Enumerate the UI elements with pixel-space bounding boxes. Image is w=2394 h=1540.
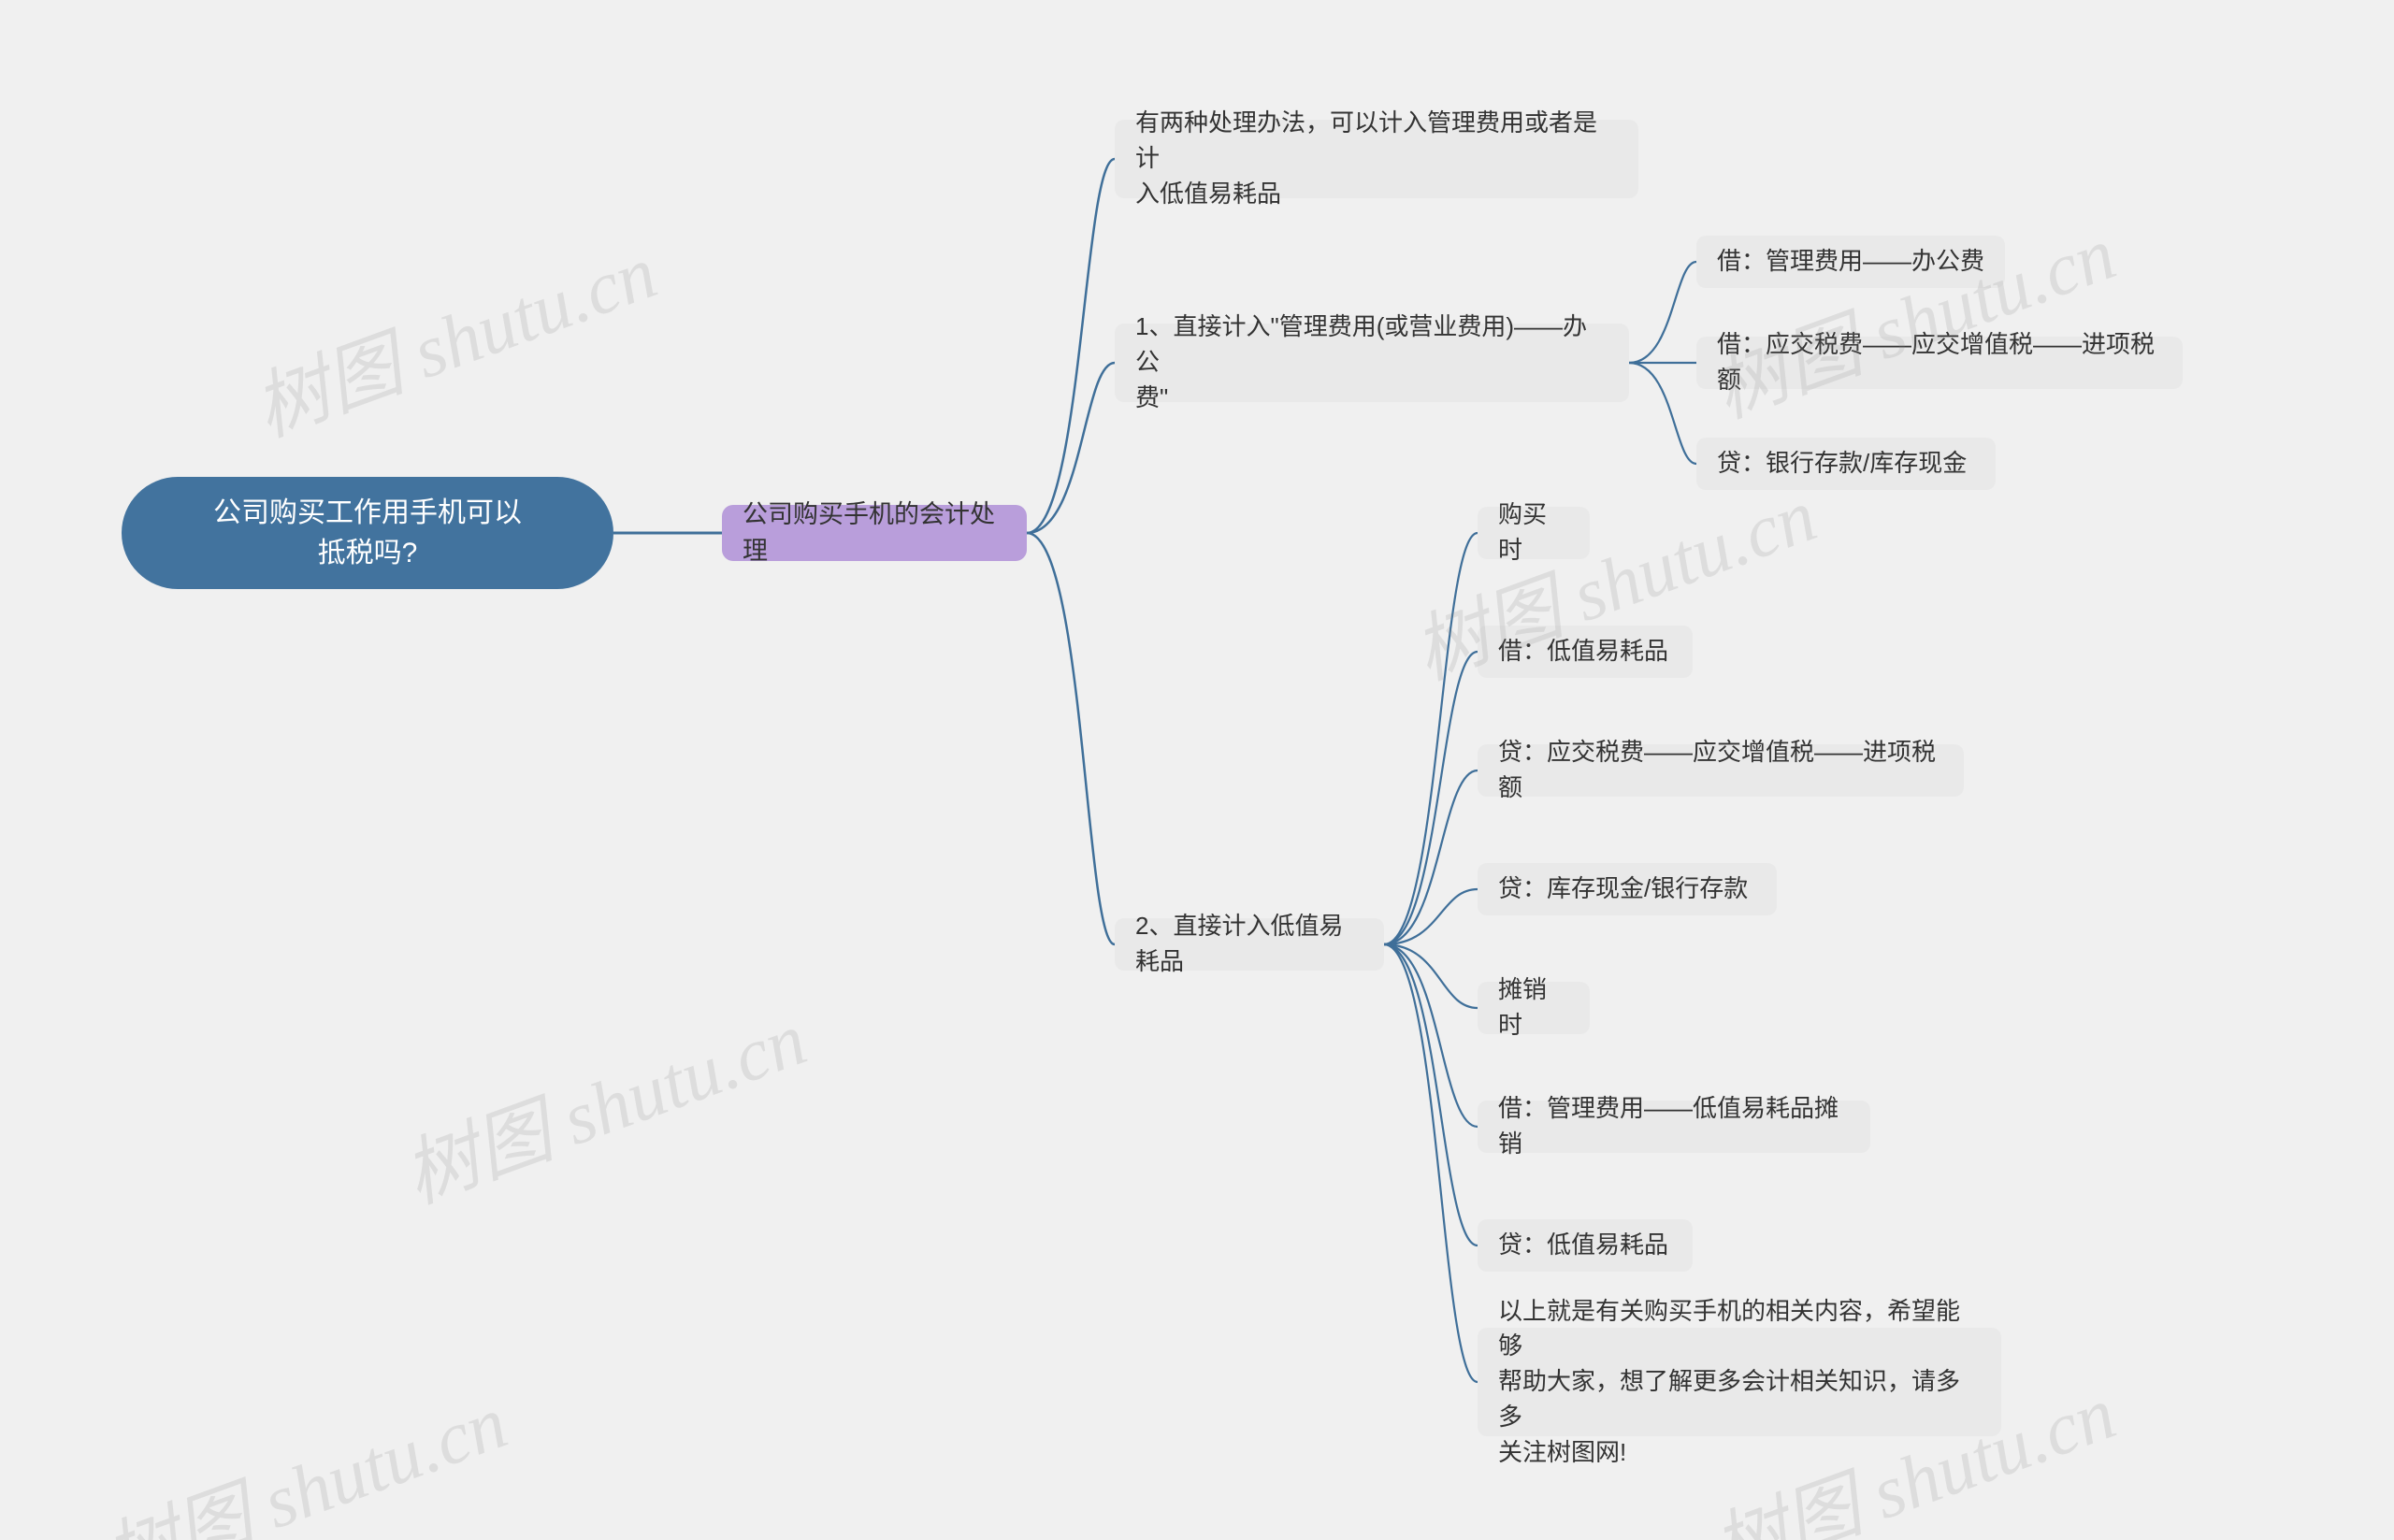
- branch-text: 有两种处理办法，可以计入管理费用或者是计 入低值易耗品: [1135, 106, 1618, 211]
- leaf-text: 贷：低值易耗品: [1498, 1228, 1668, 1263]
- leaf-text: 以上就是有关购买手机的相关内容，希望能够 帮助大家，想了解更多会计相关知识，请多…: [1498, 1294, 1981, 1470]
- leaf-m2-debit-consumable[interactable]: 借：低值易耗品: [1478, 626, 1693, 678]
- leaf-m2-summary[interactable]: 以上就是有关购买手机的相关内容，希望能够 帮助大家，想了解更多会计相关知识，请多…: [1478, 1328, 2001, 1436]
- leaf-text: 借：管理费用——办公费: [1717, 244, 1984, 280]
- leaf-m1-debit-tax[interactable]: 借：应交税费——应交增值税——进项税额: [1696, 337, 2183, 389]
- subtopic-accounting[interactable]: 公司购买手机的会计处理: [722, 505, 1027, 561]
- branch-text: 1、直接计入"管理费用(或营业费用)——办公 费": [1135, 309, 1608, 415]
- leaf-text: 借：应交税费——应交增值税——进项税额: [1717, 327, 2162, 397]
- branch-text: 2、直接计入低值易耗品: [1135, 909, 1363, 979]
- watermark: 树图 shutu.cn: [387, 979, 818, 1225]
- watermark: 树图 shutu.cn: [238, 212, 669, 458]
- leaf-text: 借：管理费用——低值易耗品摊销: [1498, 1091, 1850, 1161]
- leaf-text: 贷：库存现金/银行存款: [1498, 871, 1748, 907]
- leaf-m2-credit-cash[interactable]: 贷：库存现金/银行存款: [1478, 863, 1777, 915]
- root-node[interactable]: 公司购买工作用手机可以 抵税吗?: [122, 477, 613, 589]
- watermark: 树图 shutu.cn: [1696, 194, 2127, 439]
- leaf-m2-credit-tax[interactable]: 贷：应交税费——应交增值税——进项税额: [1478, 744, 1964, 797]
- leaf-text: 借：低值易耗品: [1498, 634, 1668, 669]
- edges-layer: [0, 0, 2394, 1540]
- leaf-m2-credit-consumable[interactable]: 贷：低值易耗品: [1478, 1219, 1693, 1272]
- watermark: 树图 shutu.cn: [88, 1362, 519, 1540]
- leaf-m1-credit-bank[interactable]: 贷：银行存款/库存现金: [1696, 438, 1996, 490]
- leaf-text: 购买时: [1498, 497, 1569, 568]
- branch-two-methods[interactable]: 有两种处理办法，可以计入管理费用或者是计 入低值易耗品: [1115, 120, 1638, 198]
- leaf-text: 贷：应交税费——应交增值税——进项税额: [1498, 735, 1943, 805]
- mindmap-canvas: 公司购买工作用手机可以 抵税吗? 公司购买手机的会计处理 有两种处理办法，可以计…: [0, 0, 2394, 1540]
- subtopic-text: 公司购买手机的会计处理: [743, 497, 1006, 569]
- leaf-m1-debit-expense[interactable]: 借：管理费用——办公费: [1696, 236, 2005, 288]
- branch-method1[interactable]: 1、直接计入"管理费用(或营业费用)——办公 费": [1115, 324, 1629, 402]
- branch-method2[interactable]: 2、直接计入低值易耗品: [1115, 918, 1384, 971]
- leaf-m2-debit-amortize[interactable]: 借：管理费用——低值易耗品摊销: [1478, 1101, 1870, 1153]
- leaf-m2-amortize-time[interactable]: 摊销时: [1478, 982, 1590, 1034]
- leaf-text: 贷：银行存款/库存现金: [1717, 446, 1967, 482]
- leaf-text: 摊销时: [1498, 972, 1569, 1043]
- root-text: 公司购买工作用手机可以 抵税吗?: [168, 493, 567, 574]
- leaf-m2-purchase-time[interactable]: 购买时: [1478, 507, 1590, 559]
